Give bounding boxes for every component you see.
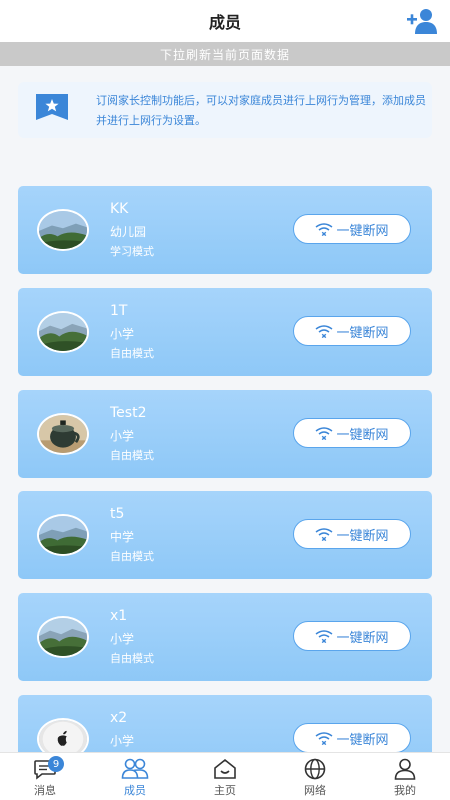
member-mode: 自由模式 [110,347,154,360]
profile-icon [394,758,416,780]
avatar [37,616,89,658]
member-mode: 自由模式 [110,550,154,563]
tab-label: 网络 [304,784,326,797]
member-school: 小学 [110,632,135,646]
member-card[interactable]: t5 中学 自由模式 一键断网 [18,491,432,579]
subscription-notice: 订阅家长控制功能后，可以对家庭成员进行上网行为管理，添加成员并进行上网行为设置。 [18,82,432,138]
disconnect-button[interactable]: 一键断网 [293,418,411,448]
member-school: 小学 [110,734,135,748]
member-card[interactable]: Test2 小学 自由模式 一键断网 [18,390,432,478]
disconnect-button[interactable]: 一键断网 [293,621,411,651]
member-card[interactable]: x1 小学 自由模式 一键断网 [18,593,432,681]
bookmark-star-icon [36,94,68,120]
wifi-off-icon [316,732,333,745]
tab-label: 成员 [124,784,146,797]
add-user-icon [407,9,437,34]
tab-label: 主页 [214,784,236,797]
member-name: Test2 [110,405,147,421]
disconnect-label: 一键断网 [336,732,389,748]
tab-home[interactable]: 主页 [180,753,270,800]
tab-label: 我的 [394,784,416,797]
top-bar: 成员 [0,0,450,42]
disconnect-label: 一键断网 [336,630,389,646]
member-name: t5 [110,506,125,522]
member-school: 小学 [110,327,135,341]
member-card[interactable]: KK 幼儿园 学习模式 一键断网 [18,186,432,274]
member-name: 1T [110,303,128,319]
avatar [37,209,89,251]
tab-members[interactable]: 成员 [90,753,180,800]
members-icon [121,758,149,779]
pull-refresh-hint: 下拉刷新当前页面数据 [0,42,450,66]
wifi-off-icon [316,325,333,338]
member-mode: 自由模式 [110,449,154,462]
page-title: 成员 [208,13,241,32]
add-member-button[interactable] [406,7,438,35]
avatar [37,413,89,455]
home-icon [214,758,236,779]
wifi-off-icon [316,528,333,541]
unread-badge: 9 [48,756,64,772]
disconnect-label: 一键断网 [336,528,389,544]
pull-refresh-text: 下拉刷新当前页面数据 [159,47,290,62]
member-mode: 自由模式 [110,652,154,665]
wifi-off-icon [316,630,333,643]
disconnect-button[interactable]: 一键断网 [293,519,411,549]
disconnect-button[interactable]: 一键断网 [293,316,411,346]
globe-icon [304,758,326,780]
member-school: 幼儿园 [110,225,147,239]
tab-network[interactable]: 网络 [270,753,360,800]
avatar [37,514,89,556]
member-name: KK [110,201,129,217]
disconnect-label: 一键断网 [336,427,389,443]
member-name: x1 [110,608,128,624]
wifi-off-icon [316,427,333,440]
member-name: x2 [110,710,128,726]
disconnect-label: 一键断网 [336,223,389,239]
member-mode: 学习模式 [110,245,154,258]
notice-text: 订阅家长控制功能后，可以对家庭成员进行上网行为管理，添加成员并进行上网行为设置。 [96,94,426,127]
tab-profile[interactable]: 我的 [360,753,450,800]
tab-label: 消息 [34,784,56,797]
disconnect-button[interactable]: 一键断网 [293,723,411,753]
wifi-off-icon [316,223,333,236]
tab-messages[interactable]: 9 消息 [0,753,90,800]
disconnect-label: 一键断网 [336,325,389,341]
disconnect-button[interactable]: 一键断网 [293,214,411,244]
avatar [37,311,89,353]
member-school: 小学 [110,429,135,443]
member-school: 中学 [110,530,135,544]
member-card[interactable]: 1T 小学 自由模式 一键断网 [18,288,432,376]
bottom-tab-bar: 9 消息 成员 主页 网络 我的 [0,752,450,800]
